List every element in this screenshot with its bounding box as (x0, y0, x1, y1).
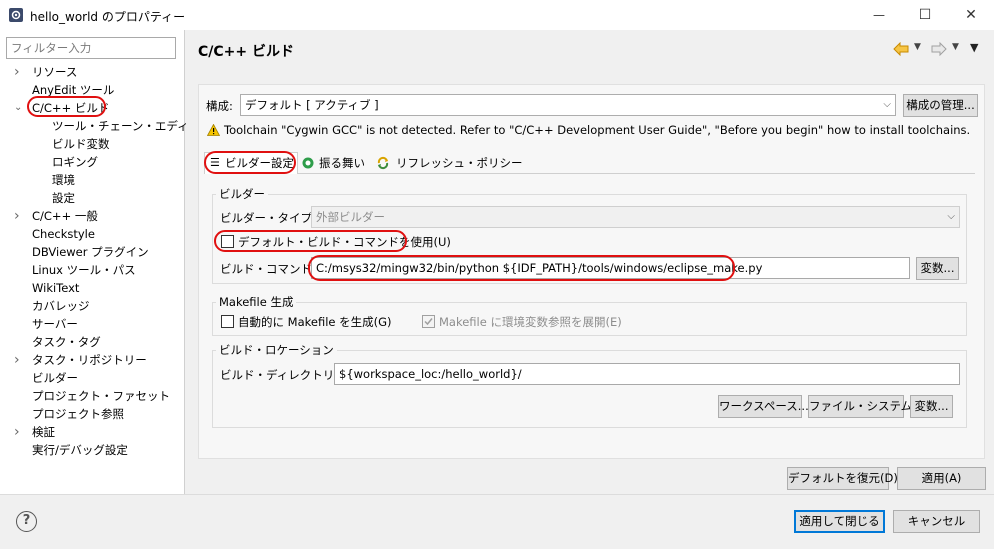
view-menu-icon[interactable]: ▼ (970, 41, 978, 54)
tab-builder-settings[interactable]: ☰ ビルダー設定 (204, 152, 298, 174)
tree-item[interactable]: 実行/デバッグ設定 (32, 441, 128, 459)
expand-env-vars-label: Makefile に環境変数参照を展開(E) (439, 315, 622, 329)
window-title: hello_world のプロパティー (30, 10, 186, 24)
tab-refresh-policy-label: リフレッシュ・ポリシー (396, 156, 523, 170)
use-default-build-command-checkbox[interactable] (221, 235, 234, 248)
builder-settings-icon: ☰ (210, 156, 220, 169)
tree-item[interactable]: AnyEdit ツール (32, 81, 114, 99)
tab-builder-settings-label: ビルダー設定 (225, 156, 294, 170)
tree-item[interactable]: タスク・タグ (32, 333, 101, 351)
manage-configurations-button[interactable]: 構成の管理... (903, 94, 978, 117)
auto-generate-makefile-checkbox[interactable] (221, 315, 234, 328)
tree-item[interactable]: ロギング (52, 153, 98, 171)
refresh-policy-icon (377, 156, 389, 170)
forward-arrow-icon[interactable] (931, 42, 947, 56)
tree-item[interactable]: プロジェクト参照 (32, 405, 124, 423)
restore-defaults-button[interactable]: デフォルトを復元(D) (787, 467, 898, 490)
tree-item[interactable]: C/C++ 一般 (32, 207, 98, 225)
tab-refresh-policy[interactable]: リフレッシュ・ポリシー (372, 153, 523, 175)
tree-item[interactable]: WikiText (32, 279, 79, 297)
build-location-variables-button[interactable]: 変数... (910, 395, 953, 418)
tree-item[interactable]: カバレッジ (32, 297, 90, 315)
tree-expanded-chevron-icon[interactable]: ⌄ (14, 99, 24, 117)
minimize-button[interactable]: — (856, 0, 902, 30)
tree-item[interactable]: プロジェクト・ファセット (32, 387, 170, 405)
build-location-group-title: ビルド・ロケーション (216, 342, 337, 358)
cancel-button[interactable]: キャンセル (893, 510, 980, 533)
workspace-button[interactable]: ワークスペース... (718, 395, 809, 418)
tree-item[interactable]: タスク・リポジトリー (32, 351, 147, 369)
use-default-build-command-label: デフォルト・ビルド・コマンドを使用(U) (238, 235, 451, 249)
tree-item[interactable]: C/C++ ビルド (32, 99, 109, 117)
tree-item[interactable]: DBViewer プラグイン (32, 243, 149, 261)
back-arrow-icon[interactable] (893, 42, 909, 56)
file-system-button[interactable]: ファイル・システム... (808, 395, 923, 418)
expand-env-vars-checkbox (422, 315, 435, 328)
build-command-value: C:/msys32/mingw32/bin/python ${IDF_PATH}… (316, 261, 763, 275)
tree-item[interactable]: リソース (32, 63, 77, 81)
build-directory-input[interactable]: ${workspace_loc:/hello_world}/ (334, 363, 960, 385)
back-menu-chevron-icon[interactable]: ▼ (914, 42, 921, 52)
config-label: 構成: (206, 99, 233, 113)
tree-item[interactable]: Linux ツール・パス (32, 261, 136, 279)
tree-collapsed-chevron-icon[interactable]: › (14, 63, 24, 81)
tree-item[interactable]: 環境 (52, 171, 75, 189)
apply-and-close-button[interactable]: 適用して閉じる (794, 510, 885, 533)
help-icon[interactable]: ? (16, 511, 37, 532)
properties-app-icon (9, 8, 23, 22)
tree-collapsed-chevron-icon[interactable]: › (14, 351, 24, 369)
warning-icon (207, 124, 220, 136)
builder-group-title: ビルダー (216, 186, 268, 202)
tree-item[interactable]: サーバー (32, 315, 78, 333)
maximize-button[interactable]: ☐ (902, 0, 948, 30)
build-command-variables-button[interactable]: 変数... (916, 257, 959, 280)
config-select[interactable]: デフォルト [ アクティブ ] ⌵ (240, 94, 896, 116)
forward-menu-chevron-icon[interactable]: ▼ (952, 42, 959, 52)
filter-input[interactable] (6, 37, 176, 59)
close-button[interactable]: ✕ (948, 0, 994, 30)
auto-generate-makefile-label: 自動的に Makefile を生成(G) (238, 315, 392, 329)
chevron-down-icon: ⌵ (947, 211, 955, 222)
makefile-group-title: Makefile 生成 (216, 294, 297, 310)
title-bar: hello_world のプロパティー — ☐ ✕ (0, 0, 994, 30)
tab-behavior[interactable]: 振る舞い (298, 153, 370, 175)
tree-item[interactable]: 検証 (32, 423, 55, 441)
builder-type-value: 外部ビルダー (316, 210, 385, 224)
tree-collapsed-chevron-icon[interactable]: › (14, 423, 24, 441)
tree-item[interactable]: Checkstyle (32, 225, 95, 243)
build-directory-value: ${workspace_loc:/hello_world}/ (339, 367, 522, 381)
apply-button[interactable]: 適用(A) (897, 467, 986, 490)
tab-behavior-label: 振る舞い (319, 156, 365, 170)
build-command-input[interactable]: C:/msys32/mingw32/bin/python ${IDF_PATH}… (311, 257, 910, 279)
page-title: C/C++ ビルド (198, 44, 294, 60)
tree-item[interactable]: 設定 (52, 189, 75, 207)
toolchain-warning-text: Toolchain "Cygwin GCC" is not detected. … (224, 123, 971, 137)
chevron-down-icon: ⌵ (883, 99, 891, 110)
config-select-value: デフォルト [ アクティブ ] (245, 98, 379, 112)
tree-item[interactable]: ビルド変数 (52, 135, 110, 153)
builder-type-select: 外部ビルダー ⌵ (311, 206, 960, 228)
tree-item[interactable]: ビルダー (32, 369, 78, 387)
behavior-icon (302, 157, 314, 169)
checkmark-icon (424, 318, 433, 326)
tree-collapsed-chevron-icon[interactable]: › (14, 207, 24, 225)
